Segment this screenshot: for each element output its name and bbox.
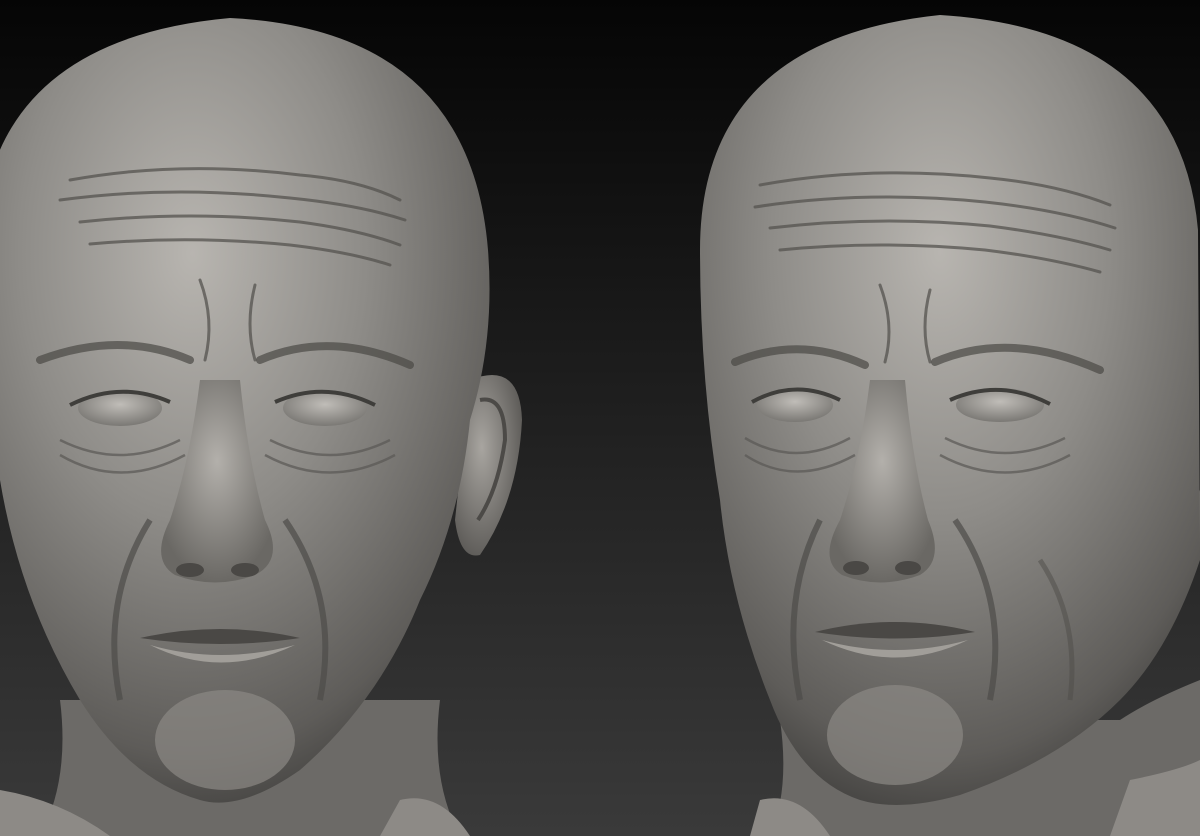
viewport-canvas[interactable] (0, 0, 1200, 836)
right-nostril (895, 561, 921, 575)
left-nostril (843, 561, 869, 575)
left-nostril (176, 563, 204, 577)
right-nostril (231, 563, 259, 577)
chin (827, 685, 963, 785)
chin (155, 690, 295, 790)
sculpt-viewport[interactable] (0, 0, 1200, 836)
